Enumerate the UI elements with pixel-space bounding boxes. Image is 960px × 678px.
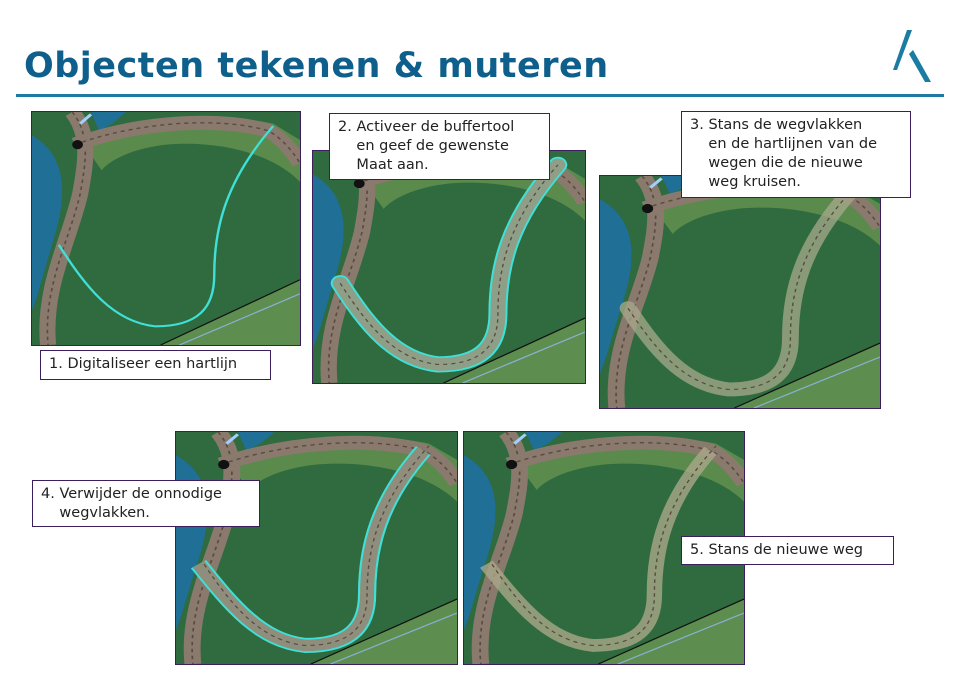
step-4-callout: 4. Verwijder de onnodige wegvlakken. [32, 480, 260, 527]
step-5-callout: 5. Stans de nieuwe weg [681, 536, 894, 565]
map-image [32, 112, 300, 345]
step-1-callout: 1. Digitaliseer een hartlijn [40, 350, 271, 380]
map-step-2 [312, 150, 586, 384]
step-3-callout: 3. Stans de wegvlakken en de hartlijnen … [681, 111, 911, 198]
map-image [176, 432, 457, 664]
title-divider [16, 94, 944, 97]
map-step-3 [599, 175, 881, 409]
map-step-4 [175, 431, 458, 665]
page-title: Objecten tekenen & muteren [24, 46, 609, 86]
map-step-1 [31, 111, 301, 346]
map-image [600, 176, 880, 408]
logo-icon [893, 30, 931, 82]
map-image [313, 151, 585, 383]
step-2-callout: 2. Activeer de buffertool en geef de gew… [329, 113, 550, 180]
